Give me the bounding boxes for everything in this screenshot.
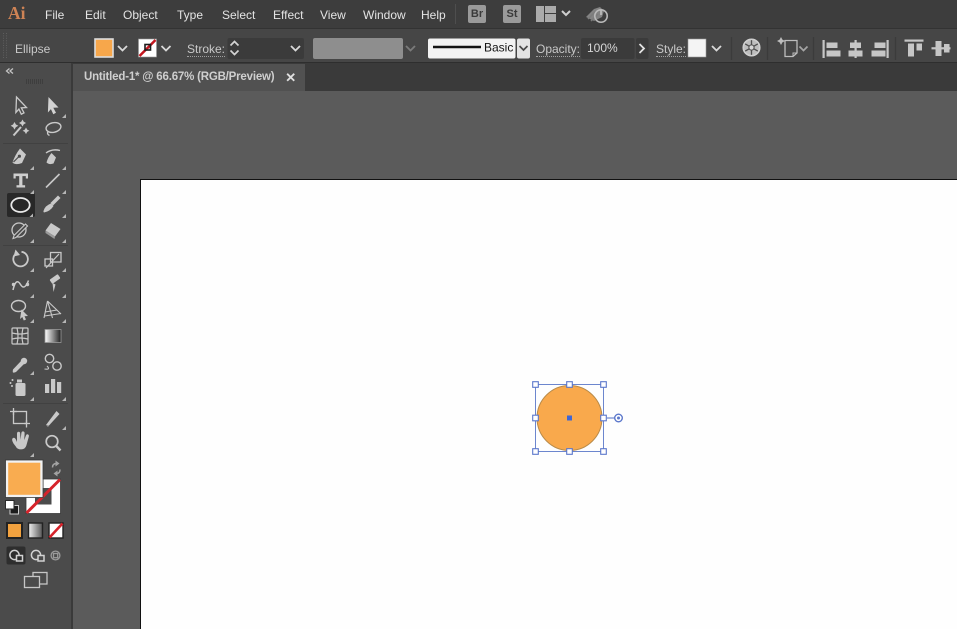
svg-text:100%: 100% xyxy=(587,41,618,55)
svg-text:Basic: Basic xyxy=(484,41,513,55)
